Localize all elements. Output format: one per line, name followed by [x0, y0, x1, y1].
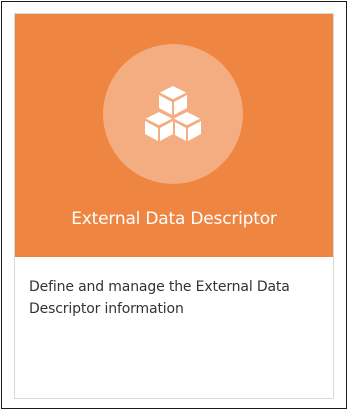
card-header: External Data Descriptor: [15, 14, 333, 257]
card-description: Define and manage the External Data Desc…: [29, 279, 290, 317]
screenshot-frame: External Data Descriptor Define and mana…: [1, 1, 347, 409]
card-title: External Data Descriptor: [71, 209, 277, 229]
cubes-icon: [144, 86, 202, 141]
external-data-descriptor-card[interactable]: External Data Descriptor Define and mana…: [14, 13, 334, 399]
icon-circle: [103, 44, 243, 184]
